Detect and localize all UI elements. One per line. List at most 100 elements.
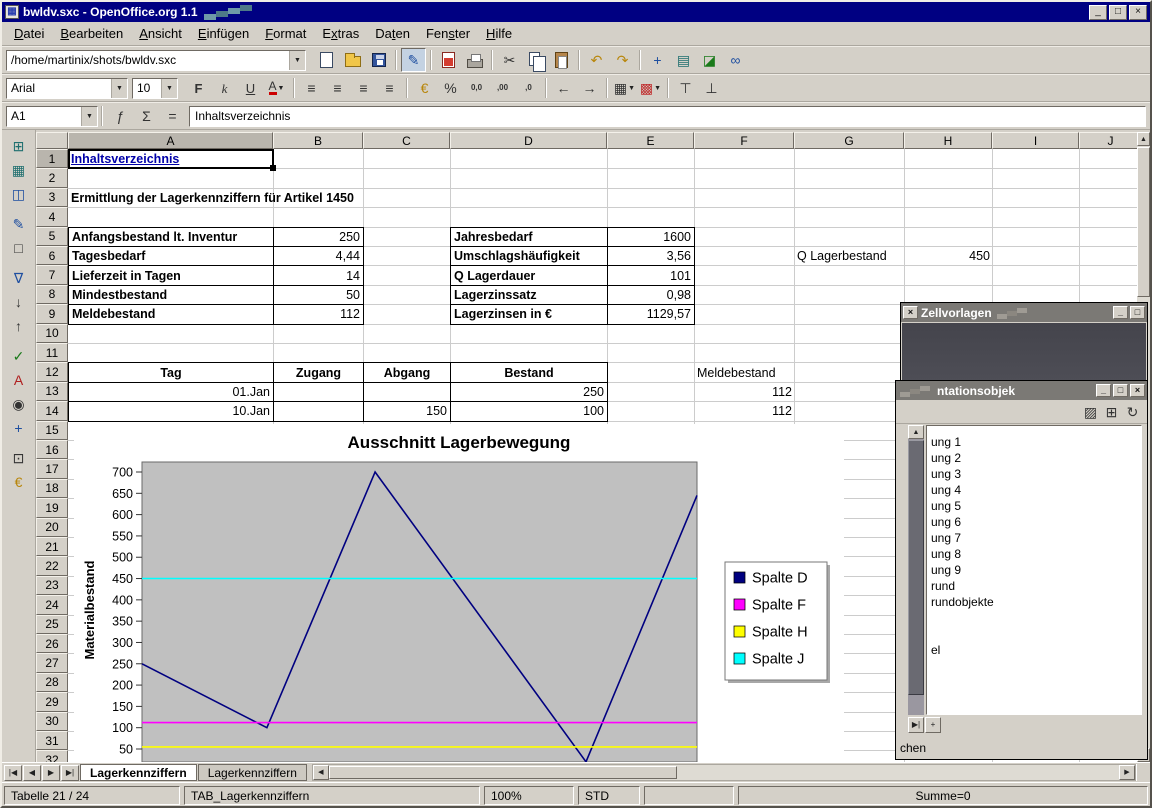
styles-scroll-end-button[interactable]: ▶|	[908, 717, 924, 733]
row-header-14[interactable]: 14	[36, 401, 68, 420]
scroll-right-icon[interactable]: ▶	[1119, 765, 1135, 780]
spellcheck-icon[interactable]: ✓	[6, 344, 31, 368]
row-header-25[interactable]: 25	[36, 615, 68, 634]
bold-icon[interactable]: F	[186, 76, 211, 100]
export-pdf-icon[interactable]	[436, 48, 461, 72]
standard-format-icon[interactable]: 0,0	[464, 76, 489, 100]
style-list-item-6[interactable]: ung 6	[927, 514, 1141, 530]
row-header-23[interactable]: 23	[36, 576, 68, 595]
cell-B6[interactable]: 4,44	[273, 246, 364, 266]
align-justify-icon[interactable]: ≡	[377, 76, 402, 100]
cell-B7[interactable]: 14	[273, 265, 364, 285]
column-header-B[interactable]: B	[273, 132, 363, 149]
row-header-18[interactable]: 18	[36, 479, 68, 498]
cell-E6[interactable]: 3,56	[607, 246, 695, 266]
row-header-31[interactable]: 31	[36, 731, 68, 750]
row-header-2[interactable]: 2	[36, 168, 68, 187]
menu-daten[interactable]: Daten	[367, 23, 418, 44]
column-header-J[interactable]: J	[1079, 132, 1141, 149]
styles-move-button[interactable]: +	[925, 717, 941, 733]
menu-ansicht[interactable]: Ansicht	[131, 23, 190, 44]
horizontal-scroll-thumb[interactable]	[329, 766, 677, 779]
cell-E9[interactable]: 1129,57	[607, 304, 695, 324]
row-header-3[interactable]: 3	[36, 188, 68, 207]
maximize-button[interactable]: □	[1109, 5, 1127, 20]
copy-icon[interactable]	[523, 48, 548, 72]
styles-title-bar[interactable]: ntationsobjek _□×	[896, 381, 1147, 400]
sheet-tab-2[interactable]: Lagerkennziffern	[198, 764, 307, 781]
column-header-E[interactable]: E	[607, 132, 694, 149]
style-list-item-1[interactable]: ung 1	[927, 434, 1141, 450]
row-header-9[interactable]: 9	[36, 304, 68, 323]
styles-maximize-button[interactable]: □	[1113, 384, 1128, 397]
cell-B12[interactable]: Zugang	[273, 362, 364, 382]
row-header-17[interactable]: 17	[36, 459, 68, 478]
remove-decimal-icon[interactable]: ,0	[516, 76, 541, 100]
row-header-30[interactable]: 30	[36, 712, 68, 731]
form-functions-icon[interactable]: □	[6, 236, 31, 260]
row-header-11[interactable]: 11	[36, 343, 68, 362]
style-list-item-5[interactable]: ung 5	[927, 498, 1141, 514]
minimize-button[interactable]: _	[1089, 5, 1107, 20]
row-header-21[interactable]: 21	[36, 537, 68, 556]
font-name-input[interactable]	[7, 81, 111, 95]
currency-format-icon[interactable]: €	[412, 76, 437, 100]
cell-H6[interactable]: 450	[904, 246, 993, 266]
function-button[interactable]: =	[160, 104, 185, 128]
menu-format[interactable]: Format	[257, 23, 314, 44]
font-size-input[interactable]	[133, 81, 161, 95]
row-header-29[interactable]: 29	[36, 692, 68, 711]
stylist-maximize-button[interactable]: □	[1130, 306, 1145, 319]
cell-reference-input[interactable]	[7, 109, 81, 123]
style-list-item-10[interactable]: rund	[927, 578, 1141, 594]
column-header-C[interactable]: C	[363, 132, 450, 149]
add-decimal-icon[interactable]: ,00	[490, 76, 515, 100]
cell-D13[interactable]: 250	[450, 382, 608, 402]
underline-icon[interactable]: U	[238, 76, 263, 100]
sheet-tab-1[interactable]: Lagerkennziffern	[80, 764, 197, 781]
row-header-4[interactable]: 4	[36, 207, 68, 226]
insert-icon[interactable]: ⊞	[6, 134, 31, 158]
column-header-D[interactable]: D	[450, 132, 607, 149]
style-list-item-4[interactable]: ung 4	[927, 482, 1141, 498]
styles-scroll-thumb[interactable]	[908, 440, 924, 695]
cell-A14[interactable]: 10.Jan	[68, 401, 274, 421]
cell-C13[interactable]	[363, 382, 451, 402]
chevron-down-icon[interactable]: ▼	[289, 51, 305, 70]
chevron-down-icon[interactable]: ▼	[161, 79, 177, 98]
insert-object-icon[interactable]: ◫	[6, 182, 31, 206]
style-list-item-14[interactable]: el	[927, 642, 1141, 658]
cut-icon[interactable]: ✂	[497, 48, 522, 72]
function-wizard-button[interactable]: ƒ	[108, 104, 133, 128]
status-insert-mode[interactable]: STD	[578, 786, 640, 805]
row-header-12[interactable]: 12	[36, 362, 68, 381]
style-list-item-11[interactable]: rundobjekte	[927, 594, 1141, 610]
column-header-H[interactable]: H	[904, 132, 992, 149]
next-sheet-button[interactable]: ▶	[42, 765, 60, 781]
save-icon[interactable]	[366, 48, 391, 72]
gallery-icon[interactable]: ◪	[697, 48, 722, 72]
style-list-item-13[interactable]	[927, 626, 1141, 642]
stylist-minimize-button[interactable]: _	[1113, 306, 1128, 319]
formula-input[interactable]	[189, 106, 1146, 127]
print-icon[interactable]	[462, 48, 487, 72]
insert-cells-icon[interactable]: ▦	[6, 158, 31, 182]
cell-A12[interactable]: Tag	[68, 362, 274, 382]
row-header-10[interactable]: 10	[36, 324, 68, 343]
italic-icon[interactable]: k	[212, 76, 237, 100]
close-button[interactable]: ×	[1129, 5, 1147, 20]
cell-F14[interactable]: 112	[694, 401, 795, 421]
cell-D12[interactable]: Bestand	[450, 362, 608, 382]
chevron-down-icon[interactable]: ▼	[81, 107, 97, 126]
cell-D8[interactable]: Lagerzinssatz	[450, 285, 608, 305]
cell-A5[interactable]: Anfangsbestand lt. Inventur	[68, 227, 274, 247]
vertical-scroll-thumb[interactable]	[1137, 147, 1150, 297]
row-header-7[interactable]: 7	[36, 265, 68, 284]
align-left-icon[interactable]: ≡	[299, 76, 324, 100]
row-header-28[interactable]: 28	[36, 673, 68, 692]
horizontal-scrollbar[interactable]: ◀ ▶	[312, 764, 1136, 781]
cell-D6[interactable]: Umschlagshäufigkeit	[450, 246, 608, 266]
redo-icon[interactable]: ↷	[610, 48, 635, 72]
scroll-up-icon[interactable]: ▲	[1137, 132, 1150, 146]
sort-ascending-icon[interactable]: ↓	[6, 290, 31, 314]
